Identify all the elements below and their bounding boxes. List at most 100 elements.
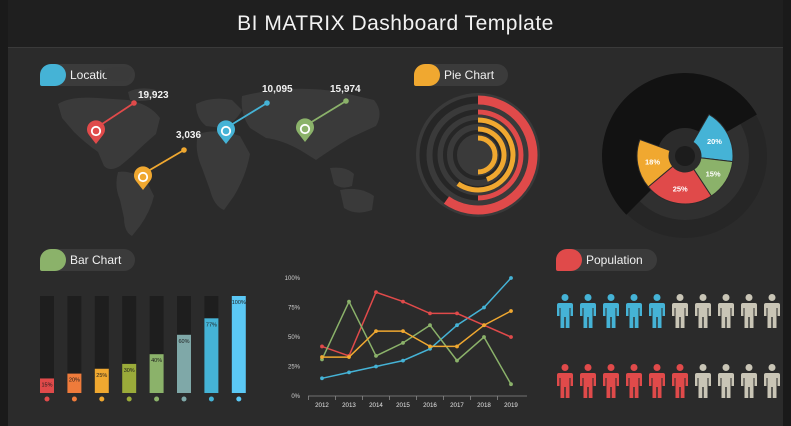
line-point <box>347 370 351 375</box>
line-point <box>401 299 405 304</box>
y-tick-label: 100% <box>285 276 301 282</box>
bar-dot <box>236 396 242 402</box>
location-value: 19,923 <box>138 90 169 101</box>
line-point <box>320 344 324 349</box>
pie-slice-label: 15% <box>706 169 721 178</box>
bar-dot <box>99 396 105 402</box>
line-point <box>509 382 513 387</box>
x-tick-label: 2018 <box>477 402 491 409</box>
donut-pie-chart: 20% 15% 25% 18% <box>602 73 767 238</box>
line-point <box>428 323 432 328</box>
person-icon <box>580 294 596 328</box>
bar-value-label: 40% <box>151 358 162 364</box>
bar-dot <box>154 396 160 402</box>
person-icon <box>764 294 780 328</box>
bar-value-label: 100% <box>232 300 246 306</box>
dashboard-graphics: 19,923 3,036 10,095 15,974 20% 15% 25% 18% 15% 20… <box>40 67 780 409</box>
x-tick-label: 2015 <box>396 402 410 409</box>
line-point <box>401 329 405 333</box>
continent-shape <box>330 167 354 188</box>
line-point <box>374 290 378 295</box>
continent-shape <box>104 67 134 81</box>
line-point <box>482 323 486 328</box>
person-icon <box>626 294 642 328</box>
marker-leader-dot <box>181 147 187 153</box>
pie-slice-label: 18% <box>645 158 660 167</box>
line-point <box>455 344 459 349</box>
y-tick-label: 75% <box>288 306 301 312</box>
person-icon <box>649 364 665 398</box>
bar-dot <box>71 396 77 402</box>
bar-value-label: 30% <box>124 368 135 374</box>
pie-slice-label: 20% <box>707 137 722 146</box>
continent-shape <box>340 188 374 213</box>
person-icon <box>557 294 573 328</box>
person-icon <box>718 364 734 398</box>
bar-value-label: 15% <box>41 382 52 388</box>
person-icon <box>764 364 780 398</box>
person-icon <box>580 364 596 398</box>
bar-dot <box>208 396 214 402</box>
continent-shape <box>196 98 242 128</box>
x-tick-label: 2016 <box>423 402 437 409</box>
continent-shape <box>58 97 160 169</box>
line-point <box>347 355 351 359</box>
line-point <box>482 305 486 310</box>
line-point <box>374 364 378 369</box>
population-pictogram <box>557 294 780 398</box>
bar-dot <box>44 396 50 402</box>
bar-value-label: 20% <box>69 378 80 384</box>
line-point <box>482 335 486 339</box>
bar-chart: 15% 20% 25% 30% 40% 60% 77% 100% <box>40 296 246 402</box>
line-point <box>509 276 513 280</box>
line-point <box>428 311 432 316</box>
line-point <box>455 311 459 316</box>
x-tick-label: 2013 <box>342 402 356 409</box>
location-value: 3,036 <box>176 130 201 141</box>
person-icon <box>695 294 711 328</box>
x-tick-label: 2017 <box>450 402 464 409</box>
line-point <box>374 353 378 358</box>
person-icon <box>603 294 619 328</box>
y-tick-label: 25% <box>288 365 301 371</box>
continent-shape <box>196 131 250 210</box>
person-icon <box>741 364 757 398</box>
bar-value-label: 77% <box>206 322 217 328</box>
bar-dot <box>126 396 132 402</box>
bar-value-label: 60% <box>178 339 189 345</box>
person-icon <box>672 364 688 398</box>
line-point <box>455 323 459 328</box>
bar-value-label: 25% <box>96 373 107 379</box>
person-icon <box>626 364 642 398</box>
pie-center <box>675 146 695 166</box>
person-icon <box>649 294 665 328</box>
location-value: 15,974 <box>330 84 361 95</box>
person-icon <box>557 364 573 398</box>
bar <box>204 318 219 393</box>
line-point <box>320 355 324 359</box>
line-point <box>509 309 513 313</box>
line-point <box>347 299 351 304</box>
person-icon <box>718 294 734 328</box>
location-value: 10,095 <box>262 84 293 95</box>
line-point <box>401 358 405 363</box>
concentric-rings-chart <box>416 93 540 217</box>
marker-leader-dot <box>264 100 270 106</box>
person-icon <box>603 364 619 398</box>
y-tick-label: 0% <box>291 394 300 400</box>
y-tick-label: 50% <box>288 335 301 341</box>
line-point <box>401 341 405 345</box>
marker-leader-dot <box>343 98 349 104</box>
bar <box>231 296 246 393</box>
person-icon <box>672 294 688 328</box>
line-series <box>321 277 512 380</box>
line-chart: 0% 25% 50% 75% 100% 2012 2013 2014 2015 2016 2017 2… <box>285 276 527 409</box>
marker-leader-dot <box>131 100 137 106</box>
dashboard: BI MATRIX Dashboard Template Locations P… <box>0 0 791 426</box>
person-icon <box>695 364 711 398</box>
person-icon <box>741 294 757 328</box>
line-point <box>509 335 513 339</box>
line-point <box>320 376 324 381</box>
line-point <box>428 344 432 349</box>
bar-dot <box>181 396 187 402</box>
